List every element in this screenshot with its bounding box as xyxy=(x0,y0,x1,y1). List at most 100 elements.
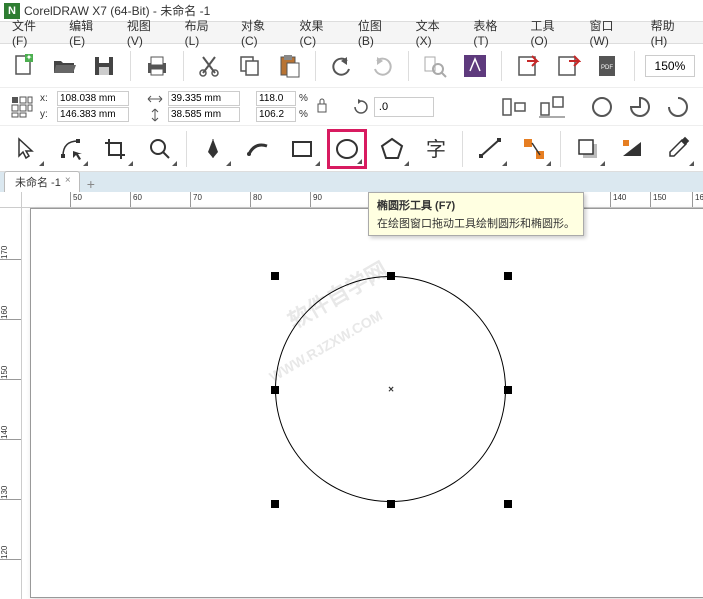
menu-text[interactable]: 文本(X) xyxy=(408,15,464,50)
menu-tools[interactable]: 工具(O) xyxy=(522,15,579,50)
menu-table[interactable]: 表格(T) xyxy=(465,15,520,50)
height-input[interactable] xyxy=(168,107,240,122)
tooltip: 椭圆形工具 (F7) 在绘图窗口拖动工具绘制圆形和椭圆形。 xyxy=(368,192,584,236)
ellipse-mode-button[interactable] xyxy=(585,92,619,122)
hruler-tick: 150 xyxy=(650,192,666,207)
menu-object[interactable]: 对象(C) xyxy=(233,15,289,50)
y-label: y: xyxy=(40,108,54,122)
hruler-tick: 140 xyxy=(610,192,626,207)
paste-button[interactable] xyxy=(274,50,306,82)
vertical-ruler[interactable]: 170160150140130120 xyxy=(0,192,22,599)
scale-y-input[interactable] xyxy=(256,107,296,122)
scale-x-unit: % xyxy=(299,93,308,104)
crop-tool[interactable] xyxy=(95,129,136,169)
connector-tool[interactable] xyxy=(514,129,555,169)
save-button[interactable] xyxy=(88,50,120,82)
sel-handle-sw[interactable] xyxy=(271,500,279,508)
print-button[interactable] xyxy=(141,50,173,82)
y-input[interactable] xyxy=(57,107,129,122)
open-button[interactable] xyxy=(48,50,80,82)
zoom-level-input[interactable] xyxy=(645,55,695,77)
add-tab-button[interactable]: + xyxy=(82,176,100,192)
menu-effects[interactable]: 效果(C) xyxy=(291,15,347,50)
copy-button[interactable] xyxy=(234,50,266,82)
rotation-group xyxy=(352,97,434,117)
search-content-button[interactable] xyxy=(419,50,451,82)
ellipse-tool[interactable] xyxy=(327,129,368,169)
vruler-tick: 120 xyxy=(0,540,21,560)
property-bar: x: y: % % xyxy=(0,88,703,126)
svg-text:✦: ✦ xyxy=(26,53,33,62)
document-tab-bar: 未命名 -1 × + xyxy=(0,172,703,192)
lock-ratio-button[interactable] xyxy=(312,93,332,121)
hruler-tick: 90 xyxy=(310,192,322,207)
scale-x-input[interactable] xyxy=(256,91,296,106)
position-icon xyxy=(8,93,36,121)
new-button[interactable]: ✦ xyxy=(8,50,40,82)
menu-help[interactable]: 帮助(H) xyxy=(643,15,699,50)
hruler-tick: 160 xyxy=(692,192,703,207)
export-button[interactable] xyxy=(552,50,584,82)
drawing-canvas[interactable]: 软件自学网 WWW.RJZXW.COM × xyxy=(22,208,703,599)
menu-file[interactable]: 文件(F) xyxy=(4,15,59,50)
sel-handle-ne[interactable] xyxy=(504,272,512,280)
menu-view[interactable]: 视图(V) xyxy=(119,15,175,50)
undo-button[interactable] xyxy=(326,50,358,82)
menu-window[interactable]: 窗口(W) xyxy=(582,15,641,50)
rotation-icon xyxy=(352,98,370,116)
cut-button[interactable] xyxy=(194,50,226,82)
vruler-tick: 170 xyxy=(0,240,21,260)
tooltip-title: 椭圆形工具 (F7) xyxy=(377,197,575,213)
rotation-input[interactable] xyxy=(374,97,434,117)
launch-button[interactable] xyxy=(459,50,491,82)
tooltip-desc: 在绘图窗口拖动工具绘制圆形和椭圆形。 xyxy=(377,215,575,231)
position-group: x: y: xyxy=(40,91,129,122)
sel-handle-se[interactable] xyxy=(504,500,512,508)
pick-tool[interactable] xyxy=(6,129,47,169)
scale-y-unit: % xyxy=(299,109,308,120)
menu-edit[interactable]: 编辑(E) xyxy=(61,15,117,50)
menu-layout[interactable]: 布局(L) xyxy=(177,15,231,50)
width-input[interactable] xyxy=(168,91,240,106)
sel-handle-n[interactable] xyxy=(387,272,395,280)
artistic-media-tool[interactable] xyxy=(238,129,279,169)
transparency-tool[interactable] xyxy=(612,129,653,169)
text-tool[interactable]: 字 xyxy=(416,129,457,169)
standard-toolbar: ✦ PDF xyxy=(0,44,703,88)
x-input[interactable] xyxy=(57,91,129,106)
arc-mode-button[interactable] xyxy=(661,92,695,122)
eyedropper-tool[interactable] xyxy=(656,129,697,169)
align-distribute-button[interactable] xyxy=(535,92,569,122)
zoom-tool[interactable] xyxy=(140,129,181,169)
svg-text:字: 字 xyxy=(426,138,446,161)
sel-handle-s[interactable] xyxy=(387,500,395,508)
sel-handle-e[interactable] xyxy=(504,386,512,394)
sel-handle-w[interactable] xyxy=(271,386,279,394)
sel-handle-nw[interactable] xyxy=(271,272,279,280)
align-left-button[interactable] xyxy=(497,92,531,122)
workspace: 170160150140130120 506070809010011012013… xyxy=(0,192,703,599)
x-label: x: xyxy=(40,92,54,106)
hruler-tick: 70 xyxy=(190,192,202,207)
publish-pdf-button[interactable]: PDF xyxy=(592,50,624,82)
menu-bitmap[interactable]: 位图(B) xyxy=(350,15,406,50)
svg-text:PDF: PDF xyxy=(601,65,613,71)
tab-label: 未命名 -1 xyxy=(15,177,61,189)
tab-close-icon[interactable]: × xyxy=(65,175,75,185)
vruler-tick: 130 xyxy=(0,480,21,500)
redo-button[interactable] xyxy=(366,50,398,82)
dimension-tool[interactable] xyxy=(469,129,510,169)
vruler-tick: 150 xyxy=(0,360,21,380)
hruler-tick: 60 xyxy=(130,192,142,207)
horizontal-ruler[interactable]: 5060708090100110120130140150160 xyxy=(22,192,703,208)
drop-shadow-tool[interactable] xyxy=(567,129,608,169)
document-tab[interactable]: 未命名 -1 × xyxy=(4,171,80,192)
rectangle-tool[interactable] xyxy=(282,129,323,169)
freehand-tool[interactable] xyxy=(193,129,234,169)
import-button[interactable] xyxy=(512,50,544,82)
hruler-tick: 80 xyxy=(250,192,262,207)
pie-mode-button[interactable] xyxy=(623,92,657,122)
shape-tool[interactable] xyxy=(51,129,92,169)
width-icon xyxy=(145,92,165,106)
polygon-tool[interactable] xyxy=(371,129,412,169)
